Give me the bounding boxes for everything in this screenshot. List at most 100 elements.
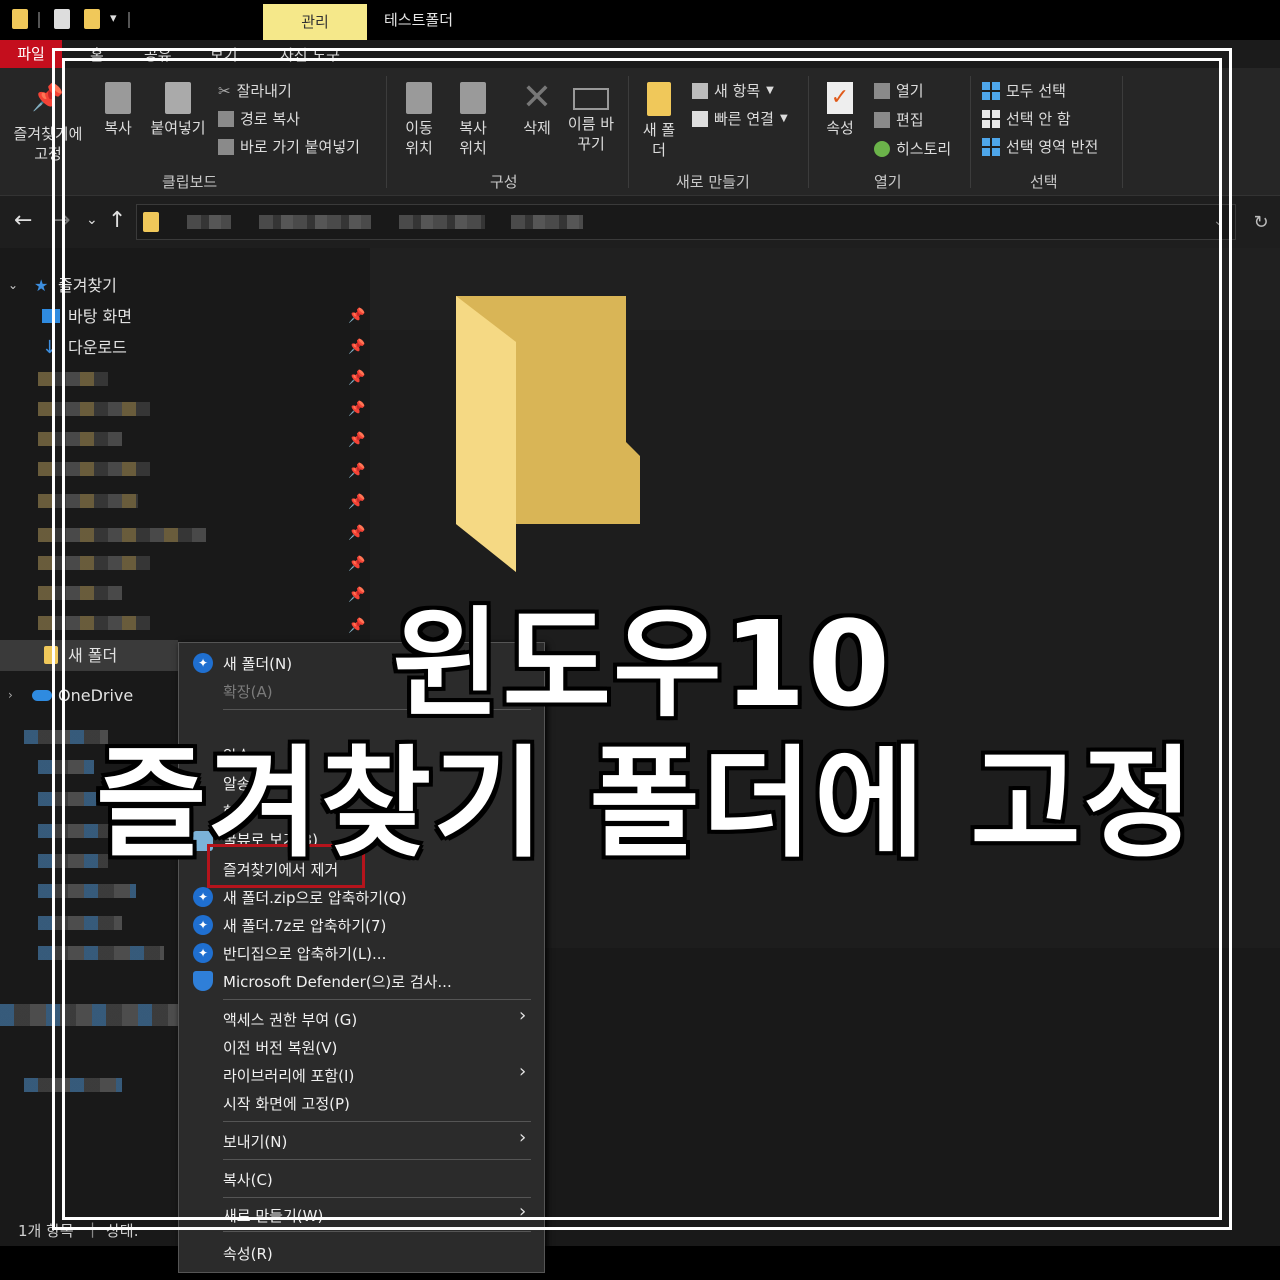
edit-button[interactable]: 편집 xyxy=(874,109,924,130)
paste-shortcut-label: 바로 가기 붙여넣기 xyxy=(240,138,360,156)
pin-icon[interactable]: 📌 xyxy=(348,556,365,572)
menu-item-give-access[interactable]: 액세스 권한 부여 (G) xyxy=(223,1009,357,1030)
group-label-clipboard: 클립보드 xyxy=(162,173,218,191)
properties-label: 속성 xyxy=(826,119,854,137)
menu-item-properties[interactable]: 속성(R) xyxy=(223,1243,273,1264)
menu-separator xyxy=(223,1121,531,1122)
history-button[interactable]: 히스토리 xyxy=(874,138,951,159)
menu-item-bandizip[interactable]: 반디집으로 압축하기(L)... xyxy=(223,943,386,964)
cut-button[interactable]: ✂ 잘라내기 xyxy=(218,80,292,101)
move-to-button[interactable]: 이동 위치 xyxy=(396,82,442,158)
cloud-icon xyxy=(32,690,52,701)
properties-button[interactable]: ✓ 속성 xyxy=(818,82,862,138)
blurred-nav-item[interactable] xyxy=(38,556,150,570)
invert-selection-button[interactable]: 선택 영역 반전 xyxy=(982,136,1098,157)
menu-item-pin-start[interactable]: 시작 화면에 고정(P) xyxy=(223,1093,350,1114)
tab-share[interactable]: 공유 xyxy=(144,44,172,65)
address-bar[interactable]: ⌄ xyxy=(136,204,1236,240)
pin-icon[interactable]: 📌 xyxy=(348,432,365,448)
menu-item-new[interactable]: 새로 만들기(W) xyxy=(223,1205,323,1226)
menu-item-send-to[interactable]: 보내기(N) xyxy=(223,1131,287,1152)
menu-item-defender-scan[interactable]: Microsoft Defender(으)로 검사... xyxy=(223,971,452,992)
group-separator xyxy=(1122,76,1123,188)
menu-item-new-folder[interactable]: 새 폴더(N) xyxy=(223,653,292,674)
star-icon: ★ xyxy=(34,276,49,295)
properties-quick-icon[interactable] xyxy=(54,9,70,29)
paste-button[interactable]: 붙여넣기 xyxy=(146,82,210,138)
menu-item-copy[interactable]: 복사(C) xyxy=(223,1169,273,1190)
pin-icon[interactable]: 📌 xyxy=(348,494,365,510)
blurred-nav-item[interactable] xyxy=(38,462,150,476)
select-none-button[interactable]: 선택 안 함 xyxy=(982,108,1071,129)
window-title: 테스트폴더 xyxy=(384,11,454,29)
cut-label: 잘라내기 xyxy=(236,82,292,100)
nav-new-folder-selected[interactable]: 새 폴더 xyxy=(0,640,178,671)
blurred-nav-item[interactable] xyxy=(38,946,164,960)
item-count: 1개 항목 xyxy=(18,1222,74,1240)
pin-icon[interactable]: 📌 xyxy=(348,401,365,417)
group-separator xyxy=(970,76,971,188)
menu-separator xyxy=(223,1197,531,1198)
menu-item-compress-zip[interactable]: 새 폴더.zip으로 압축하기(Q) xyxy=(223,887,407,908)
tab-home[interactable]: 홈 xyxy=(90,44,104,65)
forward-arrow-icon[interactable]: → xyxy=(52,208,70,233)
up-arrow-icon[interactable]: ↑ xyxy=(108,208,126,233)
nav-quick-access[interactable]: ⌄ ★ 즐겨찾기 xyxy=(0,270,370,301)
manage-context-tab[interactable]: 관리 xyxy=(263,4,367,40)
back-arrow-icon[interactable]: ← xyxy=(14,208,32,233)
blurred-nav-item[interactable] xyxy=(38,372,108,386)
blurred-nav-item[interactable] xyxy=(38,760,94,774)
blurred-nav-item[interactable] xyxy=(38,884,136,898)
blurred-nav-item[interactable] xyxy=(0,1004,178,1026)
copy-to-button[interactable]: 복사 위치 xyxy=(450,82,496,158)
customize-quick-access-icon[interactable]: ▾ xyxy=(110,11,117,26)
nav-desktop[interactable]: 바탕 화면 📌 xyxy=(0,301,370,332)
pin-icon[interactable]: 📌 xyxy=(348,370,365,386)
chevron-right-icon: › xyxy=(519,1127,527,1148)
pin-icon[interactable]: 📌 xyxy=(348,587,365,603)
select-all-button[interactable]: 모두 선택 xyxy=(982,80,1066,101)
nav-downloads[interactable]: ↓ 다운로드 📌 xyxy=(0,332,370,363)
pin-icon[interactable]: 📌 xyxy=(348,618,365,634)
new-item-button[interactable]: 새 항목 ▼ xyxy=(692,80,774,101)
ribbon-tabs: 파일 홈 공유 보기 사진 도구 xyxy=(0,40,1280,68)
blurred-nav-item[interactable] xyxy=(38,402,150,416)
blurred-nav-item[interactable] xyxy=(38,586,122,600)
pin-icon[interactable]: 📌 xyxy=(348,525,365,541)
delete-button[interactable]: ✕ 삭제 xyxy=(514,80,560,138)
clipboard-icon xyxy=(165,82,191,114)
folder-icon xyxy=(12,9,28,29)
blurred-nav-item[interactable] xyxy=(38,916,122,930)
blurred-nav-item[interactable] xyxy=(24,1078,122,1092)
chevron-right-icon: › xyxy=(519,1005,527,1026)
open-button[interactable]: 열기 xyxy=(874,80,924,101)
pin-icon[interactable]: 📌 xyxy=(348,332,365,363)
pin-label: 즐겨찾기에 고정 xyxy=(13,125,83,163)
refresh-icon[interactable]: ↻ xyxy=(1246,208,1276,238)
menu-item-compress-7z[interactable]: 새 폴더.7z로 압축하기(7) xyxy=(223,915,386,936)
new-folder-button[interactable]: 새 폴더 xyxy=(638,82,680,160)
pin-icon[interactable]: 📌 xyxy=(348,463,365,479)
tab-file[interactable]: 파일 xyxy=(0,40,62,68)
menu-item-restore-versions[interactable]: 이전 버전 복원(V) xyxy=(223,1037,337,1058)
address-dropdown-chevron-icon[interactable]: ⌄ xyxy=(1213,213,1225,229)
bandizip-icon: ✦ xyxy=(193,943,213,963)
pin-icon[interactable]: 📌 xyxy=(348,301,365,332)
recent-locations-chevron-icon[interactable]: ⌄ xyxy=(86,212,98,228)
blurred-nav-item[interactable] xyxy=(38,494,138,508)
rename-button[interactable]: 이름 바꾸기 xyxy=(566,82,616,154)
easy-access-button[interactable]: 빠른 연결 ▼ xyxy=(692,108,788,129)
blurred-nav-item[interactable] xyxy=(38,528,206,542)
new-folder-quick-icon[interactable] xyxy=(84,9,100,29)
pin-to-quick-access-button[interactable]: 📌 즐겨찾기에 고정 xyxy=(8,85,88,164)
paste-shortcut-button[interactable]: 바로 가기 붙여넣기 xyxy=(218,136,360,157)
menu-item-include-library[interactable]: 라이브러리에 포함(I) xyxy=(223,1065,354,1086)
copy-path-button[interactable]: 경로 복사 xyxy=(218,108,300,129)
blurred-nav-item[interactable] xyxy=(38,432,122,446)
rename-icon xyxy=(573,88,609,110)
blurred-nav-item[interactable] xyxy=(38,616,150,630)
tab-picture-tools[interactable]: 사진 도구 xyxy=(280,44,340,65)
tab-view[interactable]: 보기 xyxy=(210,44,238,65)
copy-button[interactable]: 복사 xyxy=(96,82,140,138)
large-folder-icon[interactable] xyxy=(454,292,644,582)
